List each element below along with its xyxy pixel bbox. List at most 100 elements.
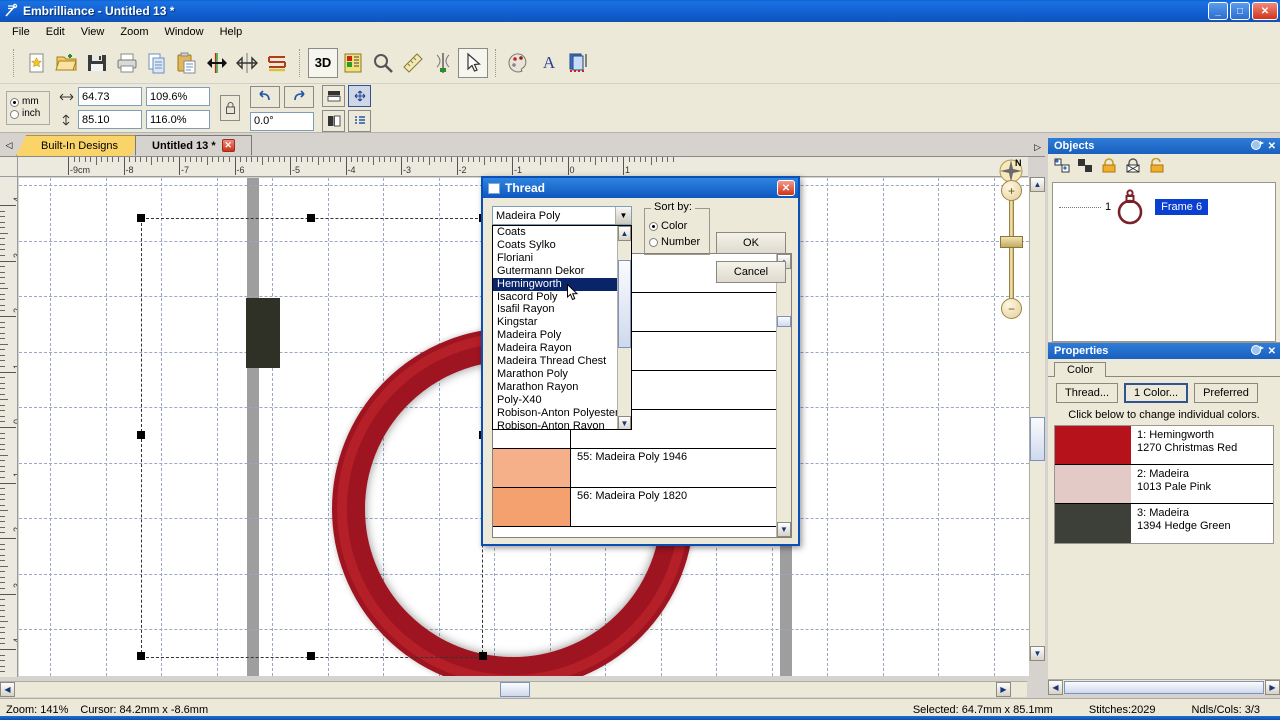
maximize-button[interactable]: □ <box>1230 2 1250 20</box>
dropdown-option-madeira-thread-chest[interactable]: Madeira Thread Chest <box>493 355 631 368</box>
color-swatch[interactable] <box>1055 504 1131 543</box>
lock-icon[interactable] <box>220 95 240 121</box>
thread-dialog-close-icon[interactable]: ✕ <box>777 180 795 196</box>
color-swatch[interactable] <box>1055 426 1131 464</box>
one-color-button[interactable]: 1 Color... <box>1124 383 1189 403</box>
width-percent-field[interactable]: 109.6% <box>146 87 210 106</box>
dropdown-option-kingstar[interactable]: Kingstar <box>493 316 631 329</box>
group-objects-icon[interactable] <box>1054 158 1071 177</box>
dropdown-option-isacord-poly[interactable]: Isacord Poly <box>493 291 631 304</box>
flip-horizontal-icon[interactable] <box>202 48 232 78</box>
selection-handle[interactable] <box>137 214 145 222</box>
scroll-right-arrow[interactable]: ▶ <box>1265 679 1280 695</box>
unit-inch-option[interactable]: inch <box>10 108 49 120</box>
menu-item-file[interactable]: File <box>4 24 38 40</box>
tab-scroll-left-button[interactable]: ◁ <box>2 134 16 156</box>
undo-icon[interactable] <box>250 85 280 108</box>
scroll-down-arrow[interactable]: ▼ <box>1030 646 1045 661</box>
thread-scroll-thumb[interactable] <box>777 316 791 327</box>
lock-disabled-icon[interactable] <box>1124 157 1142 177</box>
unit-mm-option[interactable]: mm <box>10 96 49 108</box>
panel-close-icon[interactable]: ✕ <box>1268 346 1276 357</box>
selection-handle[interactable] <box>307 214 315 222</box>
dropdown-option-coats-sylko[interactable]: Coats Sylko <box>493 239 631 252</box>
rotation-field[interactable]: 0.0° <box>250 111 314 131</box>
dropdown-option-poly-x40[interactable]: Poly-X40 <box>493 394 631 407</box>
dropdown-option-robison-anton-polyester[interactable]: Robison-Anton Polyester <box>493 407 631 420</box>
menu-item-window[interactable]: Window <box>156 24 211 40</box>
dropdown-option-madeira-rayon[interactable]: Madeira Rayon <box>493 342 631 355</box>
flip-vertical-icon[interactable] <box>232 48 262 78</box>
thread-brand-combo[interactable]: Madeira Poly ▼ <box>492 206 632 225</box>
scroll-down-arrow[interactable]: ▼ <box>618 416 631 429</box>
color-list-item[interactable]: 3: Madeira 1394 Hedge Green <box>1055 504 1273 543</box>
copy-icon[interactable] <box>142 48 172 78</box>
dropdown-option-marathon-rayon[interactable]: Marathon Rayon <box>493 381 631 394</box>
panel-menu-icon[interactable] <box>1250 139 1265 154</box>
add-text-icon[interactable]: A <box>534 48 564 78</box>
color-swatch[interactable] <box>1055 465 1131 503</box>
dropdown-option-madeira-poly[interactable]: Madeira Poly <box>493 329 631 342</box>
list-item[interactable]: 1 Frame 6 <box>1053 183 1275 227</box>
unit-mm-radio[interactable] <box>10 97 19 107</box>
scroll-up-arrow[interactable]: ▲ <box>618 226 631 241</box>
select-tool-icon[interactable] <box>458 47 488 78</box>
dropdown-option-gutermann-dekor[interactable]: Gutermann Dekor <box>493 265 631 278</box>
color-list[interactable]: 1: Hemingworth 1270 Christmas Red 2: Mad… <box>1054 425 1274 544</box>
dropdown-option-isafil-rayon[interactable]: Isafil Rayon <box>493 303 631 316</box>
three-d-view-button[interactable]: 3D <box>308 47 338 78</box>
cancel-button[interactable]: Cancel <box>716 261 786 283</box>
split-horizontal-icon[interactable] <box>322 84 345 107</box>
selection-handle[interactable] <box>307 652 315 660</box>
open-icon[interactable] <box>52 48 82 78</box>
scroll-left-arrow[interactable]: ◀ <box>1048 679 1063 695</box>
panel-menu-icon[interactable] <box>1250 344 1265 359</box>
split-vertical-icon[interactable] <box>322 109 345 132</box>
scroll-right-arrow[interactable]: ▶ <box>996 682 1011 697</box>
properties-horizontal-scrollbar[interactable]: ◀ ▶ <box>1048 679 1280 695</box>
dropdown-scroll-thumb[interactable] <box>618 260 631 348</box>
close-button[interactable]: ✕ <box>1252 2 1278 20</box>
properties-scroll-thumb[interactable] <box>1064 680 1264 694</box>
canvas-vertical-scrollbar[interactable]: ▲ ▼ <box>1029 177 1045 661</box>
measure-tool-icon[interactable] <box>398 48 428 78</box>
new-design-icon[interactable] <box>22 48 52 78</box>
thread-button[interactable]: Thread... <box>1056 383 1119 403</box>
align-icon[interactable] <box>262 48 292 78</box>
tab-untitled-13[interactable]: Untitled 13 * ✕ <box>135 135 252 156</box>
color-list-icon[interactable] <box>338 48 368 78</box>
scroll-left-arrow[interactable]: ◀ <box>0 682 15 697</box>
sort-color-radio[interactable] <box>649 221 658 231</box>
vertical-scroll-thumb[interactable] <box>1030 417 1045 461</box>
dropdown-option-floriani[interactable]: Floriani <box>493 252 631 265</box>
color-list-item[interactable]: 2: Madeira 1013 Pale Pink <box>1055 465 1273 504</box>
menu-item-edit[interactable]: Edit <box>38 24 73 40</box>
sort-number-radio[interactable] <box>649 237 658 247</box>
zoom-slider-thumb[interactable] <box>1000 236 1023 248</box>
fit-to-window-icon[interactable] <box>348 84 371 107</box>
menu-item-view[interactable]: View <box>73 24 113 40</box>
panel-close-icon[interactable]: ✕ <box>1268 141 1276 152</box>
thread-brand-dropdown[interactable]: Coats Coats Sylko Floriani Gutermann Dekor H… <box>492 225 632 430</box>
scroll-down-arrow[interactable]: ▼ <box>777 522 791 537</box>
zoom-out-button[interactable]: − <box>1001 298 1022 319</box>
redo-icon[interactable] <box>284 85 314 108</box>
horizontal-scroll-thumb[interactable] <box>500 682 530 697</box>
scroll-up-arrow[interactable]: ▲ <box>1030 177 1045 192</box>
thread-palette-icon[interactable] <box>504 48 534 78</box>
thread-list-scrollbar[interactable]: ▲ ▼ <box>776 254 791 537</box>
color-list-item[interactable]: 1: Hemingworth 1270 Christmas Red <box>1055 426 1273 465</box>
height-field[interactable]: 85.10 <box>78 110 142 129</box>
menu-item-zoom[interactable]: Zoom <box>112 24 156 40</box>
tab-color[interactable]: Color <box>1054 362 1107 377</box>
objects-list[interactable]: 1 Frame 6 <box>1052 182 1276 342</box>
dropdown-option-robison-anton-rayon[interactable]: Robison-Anton Rayon <box>493 420 631 429</box>
tab-scroll-right-button[interactable]: ▷ <box>1034 142 1041 153</box>
print-icon[interactable] <box>112 48 142 78</box>
preferred-button[interactable]: Preferred <box>1194 383 1258 403</box>
paste-icon[interactable] <box>172 48 202 78</box>
tab-built-in-designs[interactable]: Built-In Designs <box>16 135 143 156</box>
minimize-button[interactable]: _ <box>1208 2 1228 20</box>
height-percent-field[interactable]: 116.0% <box>146 110 210 129</box>
zoom-in-button[interactable]: + <box>1001 180 1022 201</box>
